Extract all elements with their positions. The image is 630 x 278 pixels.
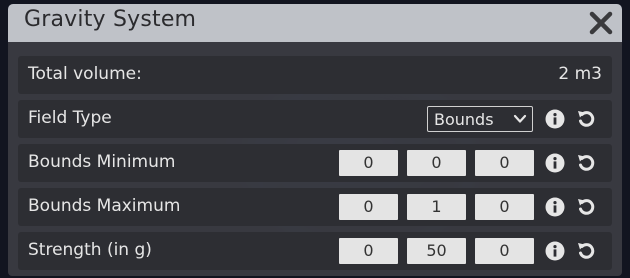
panel-body: Total volume: 2 m3 Field Type Bounds Bou…: [8, 42, 622, 276]
bounds-minimum-info-button[interactable]: [545, 153, 565, 173]
info-icon: [545, 197, 565, 217]
bounds-maximum-row: Bounds Maximum 0 1 0: [18, 188, 612, 226]
info-icon: [545, 109, 565, 129]
bounds-maximum-label: Bounds Maximum: [28, 196, 181, 216]
info-icon: [545, 153, 565, 173]
strength-y-input[interactable]: 50: [407, 238, 466, 264]
bounds-maximum-x-input[interactable]: 0: [339, 194, 398, 220]
field-type-reset-button[interactable]: [575, 108, 597, 130]
bounds-minimum-y-input[interactable]: 0: [407, 150, 466, 176]
total-volume-row: Total volume: 2 m3: [18, 56, 612, 94]
strength-reset-button[interactable]: [575, 240, 597, 262]
strength-info-button[interactable]: [545, 241, 565, 261]
window-title: Gravity System: [24, 7, 197, 32]
bounds-maximum-reset-button[interactable]: [575, 196, 597, 218]
field-type-label: Field Type: [28, 108, 112, 128]
strength-x-input[interactable]: 0: [339, 238, 398, 264]
bounds-minimum-z-input[interactable]: 0: [475, 150, 534, 176]
bounds-minimum-label: Bounds Minimum: [28, 152, 176, 172]
bounds-minimum-x-input[interactable]: 0: [339, 150, 398, 176]
bounds-minimum-reset-button[interactable]: [575, 152, 597, 174]
field-type-selected: Bounds: [434, 110, 494, 129]
close-icon: [589, 11, 613, 35]
bounds-maximum-y-input[interactable]: 1: [407, 194, 466, 220]
total-volume-label: Total volume:: [28, 64, 142, 84]
reset-icon: [578, 243, 595, 259]
strength-label: Strength (in g): [28, 240, 152, 260]
bounds-minimum-row: Bounds Minimum 0 0 0: [18, 144, 612, 182]
field-type-info-button[interactable]: [545, 109, 565, 129]
title-bar: Gravity System: [8, 4, 622, 42]
field-type-row: Field Type Bounds: [18, 100, 612, 138]
info-icon: [545, 241, 565, 261]
strength-z-input[interactable]: 0: [475, 238, 534, 264]
field-type-dropdown[interactable]: Bounds: [427, 106, 533, 132]
reset-icon: [578, 111, 595, 127]
strength-row: Strength (in g) 0 50 0: [18, 232, 612, 270]
reset-icon: [578, 199, 595, 215]
close-button[interactable]: [586, 8, 616, 38]
bounds-maximum-z-input[interactable]: 0: [475, 194, 534, 220]
bounds-maximum-info-button[interactable]: [545, 197, 565, 217]
total-volume-value: 2 m3: [558, 64, 602, 84]
chevron-down-icon: [513, 114, 527, 123]
gravity-system-panel: Gravity System Total volume: 2 m3 Field …: [8, 4, 622, 276]
reset-icon: [578, 155, 595, 171]
